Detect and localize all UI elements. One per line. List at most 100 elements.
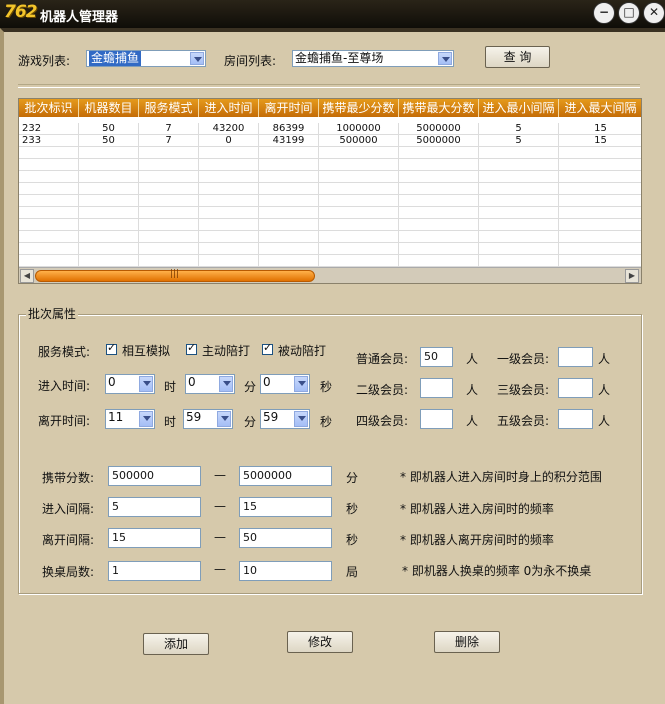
- table-row[interactable]: 232 50 7 43200 86399 1000000 5000000 5 1…: [19, 123, 641, 135]
- hour-unit: 时: [164, 415, 177, 429]
- chevron-down-icon[interactable]: [190, 52, 204, 65]
- leave-interval-label: 离开间隔:: [42, 533, 95, 547]
- normal-member-input[interactable]: 50: [420, 347, 453, 367]
- level5-member-input[interactable]: [558, 409, 593, 429]
- add-button[interactable]: 添加: [143, 633, 209, 655]
- minute-unit: 分: [244, 415, 257, 429]
- column-header[interactable]: 离开时间: [259, 99, 319, 117]
- horizontal-scrollbar[interactable]: ◀ ▶: [19, 267, 641, 283]
- empty-table-cell: [479, 195, 559, 207]
- column-header[interactable]: 携带最少分数: [319, 99, 399, 117]
- column-header[interactable]: 进入最大间隔: [559, 99, 641, 117]
- empty-table-cell: [319, 255, 399, 267]
- range-dash: —: [214, 562, 226, 576]
- column-header[interactable]: 进入最小间隔: [479, 99, 559, 117]
- checkbox-passive-accompany[interactable]: [262, 341, 273, 355]
- chevron-down-icon[interactable]: [139, 411, 153, 427]
- room-list-select[interactable]: 金蟾捕鱼-至尊场: [292, 50, 454, 67]
- chevron-down-icon[interactable]: [438, 52, 452, 65]
- table-cell: 5: [479, 123, 559, 135]
- swap-table-label: 换桌局数:: [42, 565, 95, 579]
- chevron-down-icon[interactable]: [217, 411, 231, 427]
- delete-button[interactable]: 删除: [434, 631, 500, 653]
- level2-member-input[interactable]: [420, 378, 453, 398]
- scroll-left-icon[interactable]: ◀: [20, 269, 34, 283]
- enter-time-label: 进入时间:: [38, 379, 91, 393]
- empty-table-cell: [559, 243, 641, 255]
- chevron-down-icon[interactable]: [219, 376, 233, 392]
- empty-table-cell: [199, 255, 259, 267]
- empty-table-cell: [319, 243, 399, 255]
- empty-table-cell: [559, 219, 641, 231]
- chevron-down-icon[interactable]: [294, 411, 308, 427]
- close-button[interactable]: ✕: [643, 2, 665, 24]
- leave-interval-max-input[interactable]: 50: [239, 528, 332, 548]
- game-list-select[interactable]: 金蟾捕鱼: [86, 50, 206, 67]
- batch-table[interactable]: 批次标识 机器数目 服务模式 进入时间 离开时间 携带最少分数 携带最大分数 进…: [18, 98, 642, 284]
- score-unit: 分: [346, 471, 359, 485]
- swap-max-input[interactable]: 10: [239, 561, 332, 581]
- table-row[interactable]: 233 50 7 0 43199 500000 5000000 5 15: [19, 135, 641, 147]
- empty-table-cell: [139, 219, 199, 231]
- column-header[interactable]: 机器数目: [79, 99, 139, 117]
- enter-interval-max-input[interactable]: 15: [239, 497, 332, 517]
- empty-table-cell: [19, 207, 79, 219]
- person-unit: 人: [598, 383, 611, 397]
- room-list-value: 金蟾捕鱼-至尊场: [295, 51, 384, 65]
- column-header[interactable]: 进入时间: [199, 99, 259, 117]
- empty-table-cell: [259, 183, 319, 195]
- checkbox-mutual-simulation[interactable]: [106, 341, 117, 355]
- window-title: 机器人管理器: [40, 10, 119, 25]
- chevron-down-icon[interactable]: [139, 376, 153, 392]
- table-header: 批次标识 机器数目 服务模式 进入时间 离开时间 携带最少分数 携带最大分数 进…: [19, 99, 641, 117]
- level4-member-input[interactable]: [420, 409, 453, 429]
- empty-table-cell: [399, 147, 479, 159]
- empty-table-cell: [199, 195, 259, 207]
- empty-table-row: [19, 243, 641, 255]
- empty-table-cell: [79, 243, 139, 255]
- enter-second-select[interactable]: 0: [260, 374, 310, 394]
- scroll-right-icon[interactable]: ▶: [625, 269, 639, 283]
- swap-min-input[interactable]: 1: [108, 561, 201, 581]
- column-header[interactable]: 携带最大分数: [399, 99, 479, 117]
- level5-member-label: 五级会员:: [497, 414, 550, 428]
- empty-table-cell: [399, 207, 479, 219]
- scroll-thumb[interactable]: [35, 269, 315, 282]
- empty-table-cell: [79, 219, 139, 231]
- chevron-down-icon[interactable]: [294, 376, 308, 392]
- leave-interval-min-input[interactable]: 15: [108, 528, 201, 548]
- empty-table-cell: [559, 255, 641, 267]
- score-max-input[interactable]: 5000000: [239, 466, 332, 486]
- enter-second-value: 0: [263, 375, 271, 389]
- level3-member-input[interactable]: [558, 378, 593, 398]
- column-header[interactable]: 批次标识: [19, 99, 79, 117]
- leave-interval-hint: * 即机器人离开房间时的频率: [400, 533, 554, 547]
- leave-hour-select[interactable]: 11: [105, 409, 155, 429]
- empty-table-row: [19, 159, 641, 171]
- level1-member-input[interactable]: [558, 347, 593, 367]
- table-cell: 86399: [259, 123, 319, 135]
- empty-table-cell: [399, 231, 479, 243]
- empty-table-row: [19, 147, 641, 159]
- leave-second-select[interactable]: 59: [260, 409, 310, 429]
- level3-member-label: 三级会员:: [497, 383, 550, 397]
- modify-button[interactable]: 修改: [287, 631, 353, 653]
- empty-table-cell: [319, 147, 399, 159]
- minute-unit: 分: [244, 380, 257, 394]
- minimize-button[interactable]: −: [593, 2, 615, 24]
- leave-second-value: 59: [263, 410, 279, 424]
- checkbox-active-accompany[interactable]: [186, 341, 197, 355]
- maximize-button[interactable]: □: [618, 2, 640, 24]
- empty-table-row: [19, 195, 641, 207]
- column-header[interactable]: 服务模式: [139, 99, 199, 117]
- empty-table-cell: [559, 195, 641, 207]
- checkbox-label: 相互模拟: [122, 344, 171, 358]
- query-button[interactable]: 查 询: [485, 46, 550, 68]
- empty-table-cell: [399, 255, 479, 267]
- enter-minute-select[interactable]: 0: [185, 374, 235, 394]
- enter-interval-min-input[interactable]: 5: [108, 497, 201, 517]
- empty-table-cell: [139, 147, 199, 159]
- enter-hour-select[interactable]: 0: [105, 374, 155, 394]
- leave-minute-select[interactable]: 59: [183, 409, 233, 429]
- score-min-input[interactable]: 500000: [108, 466, 201, 486]
